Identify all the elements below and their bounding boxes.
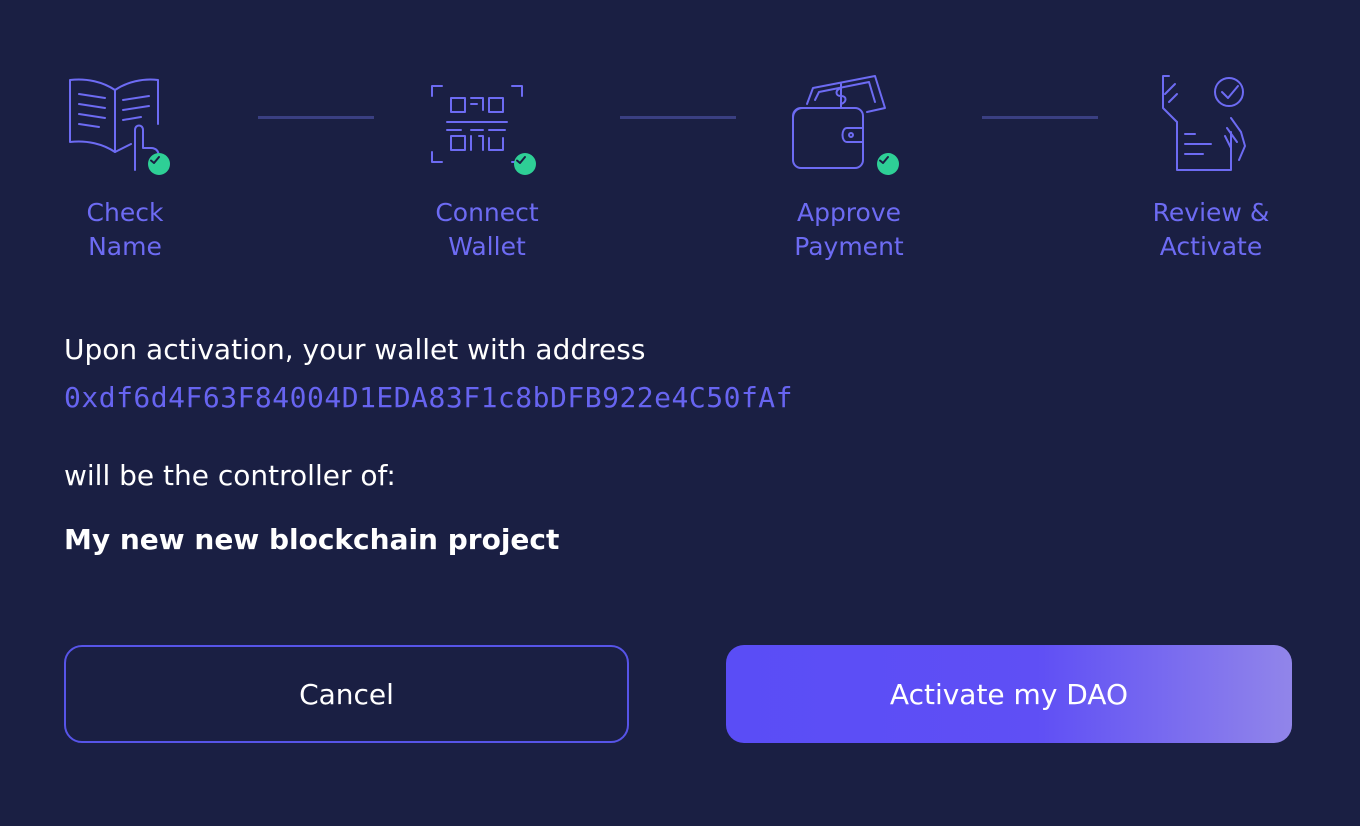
step-check-name: Check Name	[15, 74, 235, 264]
step-connector	[258, 116, 374, 119]
step-label: Check Name	[86, 198, 164, 261]
step-connector	[620, 116, 736, 119]
activate-dao-button[interactable]: Activate my DAO	[726, 645, 1292, 743]
wallet-address: 0xdf6d4F63F84004D1EDA83F1c8bDFB922e4C50f…	[64, 381, 794, 414]
controller-text: will be the controller of:	[64, 459, 396, 492]
document-checkmark-hand-icon	[1151, 74, 1271, 184]
project-name: My new new blockchain project	[64, 523, 560, 556]
step-label: Review & Activate	[1152, 198, 1270, 261]
wallet-cash-icon	[789, 74, 909, 184]
check-badge	[514, 153, 536, 175]
check-badge	[148, 153, 170, 175]
activate-button-label: Activate my DAO	[889, 677, 1129, 711]
cancel-button-label: Cancel	[299, 677, 394, 711]
activation-intro-text: Upon activation, your wallet with addres…	[64, 333, 646, 366]
open-book-hand-icon	[65, 74, 185, 184]
step-label: Approve Payment	[794, 198, 904, 261]
qr-code-scan-icon	[427, 74, 547, 184]
step-label: Connect Wallet	[435, 198, 539, 261]
cancel-button[interactable]: Cancel	[64, 645, 629, 743]
step-review-activate: Review & Activate	[1101, 74, 1321, 264]
step-approve-payment: Approve Payment	[739, 74, 959, 264]
activation-stepper: Check Name Connect Wallet Approve Paymen…	[0, 0, 1360, 270]
step-connector	[982, 116, 1098, 119]
step-connect-wallet: Connect Wallet	[377, 74, 597, 264]
check-badge	[877, 153, 899, 175]
